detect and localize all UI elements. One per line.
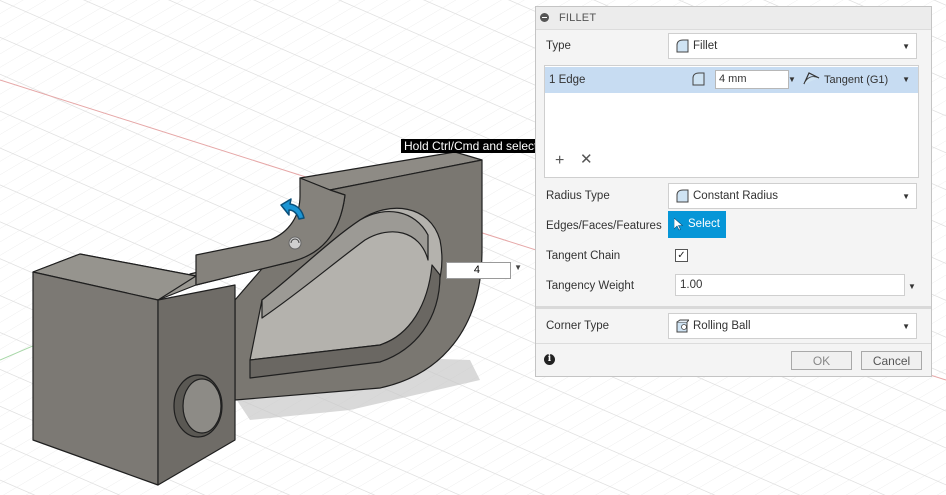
corner-type-dropdown[interactable]: Rolling Ball ▼: [668, 313, 917, 339]
edge-selection-list[interactable]: 1 Edge 4 mm ▼ Tangent (G1) ▼ + ✕: [544, 65, 919, 178]
info-icon[interactable]: i: [544, 354, 555, 365]
divider: [536, 343, 931, 344]
fillet-icon: [676, 39, 689, 53]
chevron-down-icon: ▼: [902, 322, 910, 331]
tangent-chain-checkbox[interactable]: ✓: [675, 249, 688, 262]
radius-type-value: Constant Radius: [693, 190, 779, 202]
fillet-dialog: FILLET Type Fillet ▼ 1 Edge 4 mm ▼ Tange…: [535, 6, 932, 377]
collapse-icon[interactable]: [540, 13, 549, 22]
add-icon[interactable]: +: [555, 153, 564, 169]
chevron-down-icon: ▼: [902, 192, 910, 201]
select-button-label: Select: [688, 218, 720, 230]
edge-row[interactable]: 1 Edge 4 mm ▼ Tangent (G1) ▼: [545, 67, 918, 93]
rolling-ball-icon: [676, 319, 689, 333]
ok-button[interactable]: OK: [791, 351, 852, 370]
tangency-weight-input[interactable]: 1.00: [675, 274, 905, 296]
fillet-handle-icon[interactable]: [288, 236, 302, 250]
cancel-button[interactable]: Cancel: [861, 351, 922, 370]
type-label: Type: [546, 40, 571, 52]
dialog-title: FILLET: [559, 12, 597, 24]
dialog-header: FILLET: [536, 7, 931, 30]
chevron-down-icon: ▼: [902, 42, 910, 51]
cursor-icon: [674, 218, 683, 231]
corner-type-label: Corner Type: [546, 320, 610, 332]
tangent-chain-label: Tangent Chain: [546, 250, 621, 262]
radius-input[interactable]: 4 mm: [715, 70, 789, 89]
inline-radius-field[interactable]: 4: [446, 262, 511, 279]
chevron-down-icon[interactable]: ▼: [788, 75, 796, 84]
tangent-icon: [803, 72, 820, 85]
constant-radius-icon: [676, 189, 689, 203]
type-value: Fillet: [693, 40, 718, 52]
type-dropdown[interactable]: Fillet ▼: [668, 33, 917, 59]
chevron-down-icon[interactable]: ▼: [514, 263, 522, 272]
move-arrow-icon[interactable]: [279, 197, 307, 223]
radius-type-label: Radius Type: [546, 190, 610, 202]
divider: [536, 306, 931, 309]
radius-type-dropdown[interactable]: Constant Radius ▼: [668, 183, 917, 209]
edge-count-label: 1 Edge: [549, 74, 586, 86]
select-button[interactable]: Select: [668, 211, 726, 238]
fillet-icon: [692, 72, 705, 86]
tangency-weight-label: Tangency Weight: [546, 280, 635, 292]
continuity-value: Tangent (G1): [824, 74, 889, 86]
chevron-down-icon[interactable]: ▼: [902, 75, 910, 84]
corner-type-value: Rolling Ball: [693, 320, 751, 332]
chevron-down-icon[interactable]: ▼: [908, 282, 916, 291]
edges-faces-features-label: Edges/Faces/Features: [546, 220, 662, 232]
inline-radius-value: 4: [473, 264, 480, 276]
remove-icon[interactable]: ✕: [580, 152, 593, 168]
inline-radius-input[interactable]: 4 ▼: [428, 261, 530, 280]
